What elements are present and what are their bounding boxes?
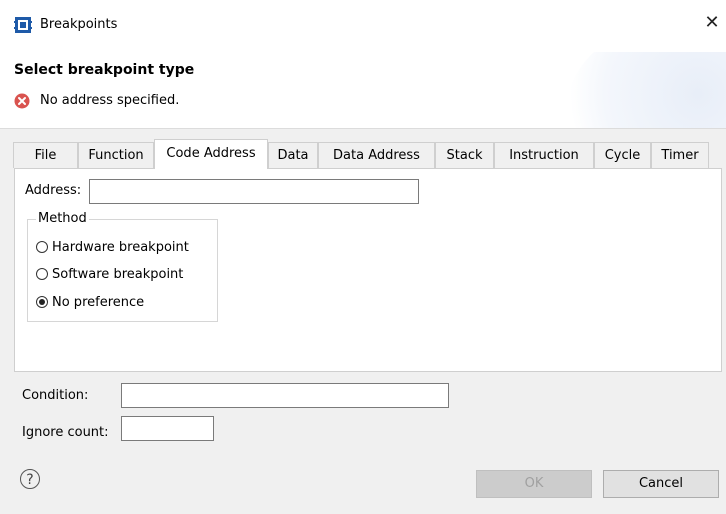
software-breakpoint-radio[interactable]	[36, 268, 48, 280]
address-label: Address:	[25, 183, 82, 198]
tab-timer[interactable]: Timer	[651, 142, 709, 168]
error-icon	[14, 93, 30, 109]
dialog-heading: Select breakpoint type	[14, 62, 195, 78]
condition-label: Condition:	[22, 388, 89, 403]
condition-input[interactable]	[121, 383, 449, 408]
hardware-breakpoint-label: Hardware breakpoint	[52, 239, 189, 255]
hardware-breakpoint-radio[interactable]	[36, 241, 48, 253]
ignore-count-input[interactable]	[121, 416, 214, 441]
no-preference-option[interactable]: No preference	[36, 293, 144, 311]
tab-function[interactable]: Function	[78, 142, 154, 168]
ok-button[interactable]: OK	[476, 470, 592, 498]
address-input[interactable]	[89, 179, 419, 204]
method-group-title: Method	[36, 211, 89, 226]
breakpoint-app-icon	[14, 17, 32, 33]
tab-code-address[interactable]: Code Address	[154, 139, 268, 169]
ignore-count-label: Ignore count:	[22, 425, 109, 440]
tab-stack[interactable]: Stack	[435, 142, 494, 168]
no-preference-label: No preference	[52, 294, 145, 310]
tab-data-address[interactable]: Data Address	[318, 142, 435, 168]
tab-data[interactable]: Data	[268, 142, 318, 168]
hardware-breakpoint-option[interactable]: Hardware breakpoint	[36, 238, 189, 256]
software-breakpoint-label: Software breakpoint	[52, 266, 184, 282]
error-message: No address specified.	[40, 93, 180, 108]
software-breakpoint-option[interactable]: Software breakpoint	[36, 265, 183, 283]
close-icon[interactable]: ✕	[702, 12, 722, 34]
no-preference-radio[interactable]	[36, 296, 48, 308]
tab-instruction[interactable]: Instruction	[494, 142, 594, 168]
cancel-button[interactable]: Cancel	[603, 470, 719, 498]
header-decoration	[566, 52, 726, 128]
tab-file[interactable]: File	[13, 142, 78, 168]
help-icon[interactable]: ?	[20, 469, 40, 489]
tab-cycle[interactable]: Cycle	[594, 142, 651, 168]
window-title: Breakpoints	[40, 17, 118, 32]
